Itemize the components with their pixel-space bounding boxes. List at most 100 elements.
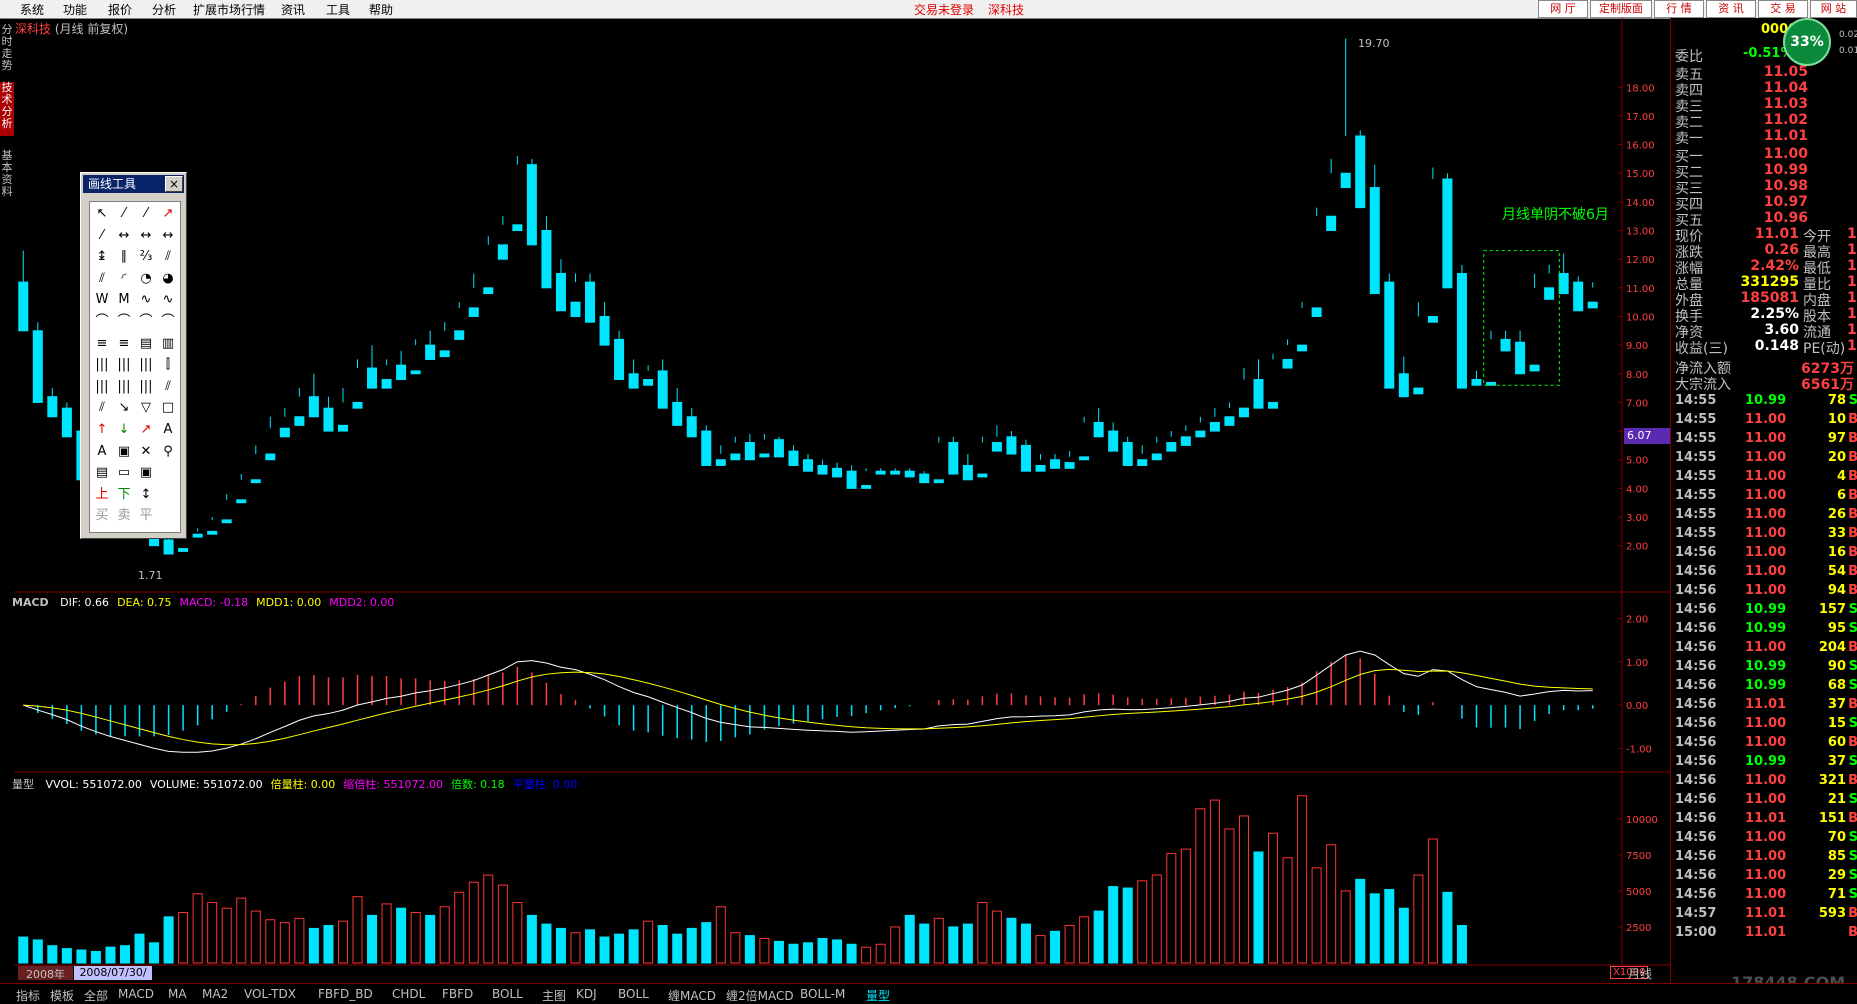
draw-tool-icon[interactable]: ⫽ xyxy=(158,377,178,397)
peak-price-label: 19.70 xyxy=(1358,37,1390,50)
draw-tool-icon[interactable]: A xyxy=(158,420,178,440)
draw-tool-icon[interactable]: ⁄ xyxy=(136,204,156,224)
draw-tool-icon[interactable]: 卖 xyxy=(114,506,134,526)
draw-tool-icon[interactable]: ⫿ xyxy=(158,355,178,375)
indicator-tab[interactable]: MACD xyxy=(118,987,154,1001)
draw-tool-icon[interactable]: A xyxy=(92,442,112,462)
draw-tool-icon[interactable]: ⅔ xyxy=(136,247,156,267)
indicator-tab[interactable]: KDJ xyxy=(576,987,597,1001)
candle-body xyxy=(585,281,596,323)
draw-tool-icon[interactable]: ↔ xyxy=(158,226,178,246)
indicator-tab[interactable]: 主图 xyxy=(542,987,566,1004)
draw-tool-icon[interactable]: 买 xyxy=(92,506,112,526)
volume-bar xyxy=(1384,888,1395,964)
draw-tool-icon[interactable]: ||| xyxy=(136,355,156,375)
indicator-tab[interactable]: 量型 xyxy=(866,987,890,1004)
candle-body xyxy=(1064,462,1075,469)
draw-tool-icon[interactable]: 平 xyxy=(136,506,156,526)
volume-bar xyxy=(323,925,334,964)
draw-tool-icon[interactable]: ⫽ xyxy=(92,398,112,418)
volume-bar xyxy=(1253,851,1264,964)
draw-tool-icon[interactable]: ↨ xyxy=(92,247,112,267)
draw-tool-icon[interactable]: ▽ xyxy=(136,398,156,418)
drawing-toolbox[interactable]: 画线工具 × ↖ ⁄ ⁄ ↗ ⁄ ↔ ↔ ↔ ↨ ∥ ⅔ ⫽ ⫽ ◜ ◔ ◕ W M ∿ ∿ ⌒ ⌒ ⌒ ⌒ ≡ ≡ ▤ ▥ ||| ||… xyxy=(80,172,187,539)
draw-tool-icon[interactable]: ∿ xyxy=(158,290,178,310)
draw-tool-icon[interactable]: ≡ xyxy=(114,334,134,354)
draw-tool-icon[interactable]: ∥ xyxy=(114,247,134,267)
draw-tool-icon[interactable] xyxy=(158,485,178,505)
indicator-tab[interactable]: CHDL xyxy=(392,987,425,1001)
draw-tool-icon[interactable]: ≡ xyxy=(92,334,112,354)
indicator-tab[interactable]: VOL-TDX xyxy=(244,987,296,1001)
draw-tool-icon[interactable]: ∿ xyxy=(136,290,156,310)
indicator-tab[interactable]: 缠2倍MACD xyxy=(726,987,794,1004)
draw-tool-icon[interactable]: ||| xyxy=(92,355,112,375)
draw-tool-icon[interactable]: ||| xyxy=(114,377,134,397)
indicator-tab[interactable]: 缠MACD xyxy=(668,987,716,1004)
draw-tool-icon[interactable]: ⌒ xyxy=(158,312,178,332)
stat-label-2: PE(动) xyxy=(1803,341,1846,357)
draw-tool-icon[interactable]: 下 xyxy=(114,485,134,505)
draw-tool-icon[interactable]: ✕ xyxy=(136,442,156,462)
draw-tool-icon[interactable]: ↓ xyxy=(114,420,134,440)
indicator-tab[interactable]: 全部 xyxy=(84,987,108,1004)
draw-tool-icon[interactable]: ⁄ xyxy=(114,204,134,224)
toolbox-close-button[interactable]: × xyxy=(165,176,183,192)
draw-tool-icon[interactable]: ▤ xyxy=(136,334,156,354)
indicator-tab[interactable]: FBFD xyxy=(442,987,473,1001)
draw-tool-icon[interactable] xyxy=(158,463,178,483)
draw-tool-icon[interactable]: ↑ xyxy=(92,420,112,440)
indicator-tab[interactable]: BOLL xyxy=(492,987,523,1001)
candle-body xyxy=(1311,307,1322,317)
draw-tool-icon[interactable]: ⌒ xyxy=(136,312,156,332)
draw-tool-icon[interactable]: □ xyxy=(158,398,178,418)
draw-tool-icon[interactable]: ||| xyxy=(114,355,134,375)
draw-tool-icon[interactable]: ||| xyxy=(92,377,112,397)
period-label: 月线 xyxy=(1628,967,1653,981)
btn-trade[interactable]: 交 易 xyxy=(1758,0,1808,18)
stat-value-2: 1 xyxy=(1847,338,1857,354)
draw-tool-icon[interactable]: ◕ xyxy=(158,269,178,289)
draw-tool-icon[interactable]: ⌒ xyxy=(114,312,134,332)
draw-tool-icon[interactable]: W xyxy=(92,290,112,310)
x-axis-date-cursor: 2008/07/30/三 xyxy=(74,966,152,994)
draw-tool-icon[interactable]: ⫽ xyxy=(158,247,178,267)
progress-badge: 33% xyxy=(1783,18,1831,66)
draw-tool-icon[interactable]: ↔ xyxy=(114,226,134,246)
volume-bar xyxy=(832,939,843,964)
draw-tool-icon[interactable]: ▥ xyxy=(158,334,178,354)
draw-tool-icon[interactable]: ⚲ xyxy=(158,442,178,462)
tick-price: 11.00 xyxy=(1745,849,1787,864)
indicator-tab[interactable]: MA xyxy=(168,987,187,1001)
draw-tool-icon[interactable]: ▣ xyxy=(114,442,134,462)
draw-tool-icon[interactable]: ▣ xyxy=(136,463,156,483)
btn-info[interactable]: 资 讯 xyxy=(1706,0,1756,18)
draw-tool-icon[interactable]: ↖ xyxy=(92,204,112,224)
draw-tool-icon[interactable]: ▤ xyxy=(92,463,112,483)
draw-tool-icon[interactable]: ↔ xyxy=(136,226,156,246)
indicator-tab[interactable]: 指标 xyxy=(16,987,40,1004)
draw-tool-icon[interactable]: M xyxy=(114,290,134,310)
indicator-tab[interactable]: FBFD_BD xyxy=(318,987,373,1001)
indicator-tab[interactable]: 模板 xyxy=(50,987,74,1004)
btn-website[interactable]: 网 站 xyxy=(1810,0,1857,18)
draw-tool-icon[interactable]: ⌒ xyxy=(92,312,112,332)
candle-body xyxy=(1500,338,1511,352)
draw-tool-icon[interactable]: ◜ xyxy=(114,269,134,289)
draw-tool-icon[interactable]: ↗ xyxy=(158,204,178,224)
volume-title: 量型 xyxy=(12,778,34,791)
indicator-tab[interactable]: BOLL xyxy=(618,987,649,1001)
indicator-tab[interactable]: BOLL-M xyxy=(800,987,845,1001)
draw-tool-icon[interactable] xyxy=(158,506,178,526)
draw-tool-icon[interactable]: ||| xyxy=(136,377,156,397)
kline-chart[interactable]: 2.00 1.00 0.00 -1.00 10000 7500 5000 2500 18.0… xyxy=(0,0,1670,983)
draw-tool-icon[interactable]: ↗ xyxy=(136,420,156,440)
draw-tool-icon[interactable]: ↕ xyxy=(136,485,156,505)
indicator-tab[interactable]: MA2 xyxy=(202,987,228,1001)
draw-tool-icon[interactable]: ◔ xyxy=(136,269,156,289)
draw-tool-icon[interactable]: ↘ xyxy=(114,398,134,418)
draw-tool-icon[interactable]: ▭ xyxy=(114,463,134,483)
draw-tool-icon[interactable]: 上 xyxy=(92,485,112,505)
draw-tool-icon[interactable]: ⁄ xyxy=(92,226,112,246)
draw-tool-icon[interactable]: ⫽ xyxy=(92,269,112,289)
